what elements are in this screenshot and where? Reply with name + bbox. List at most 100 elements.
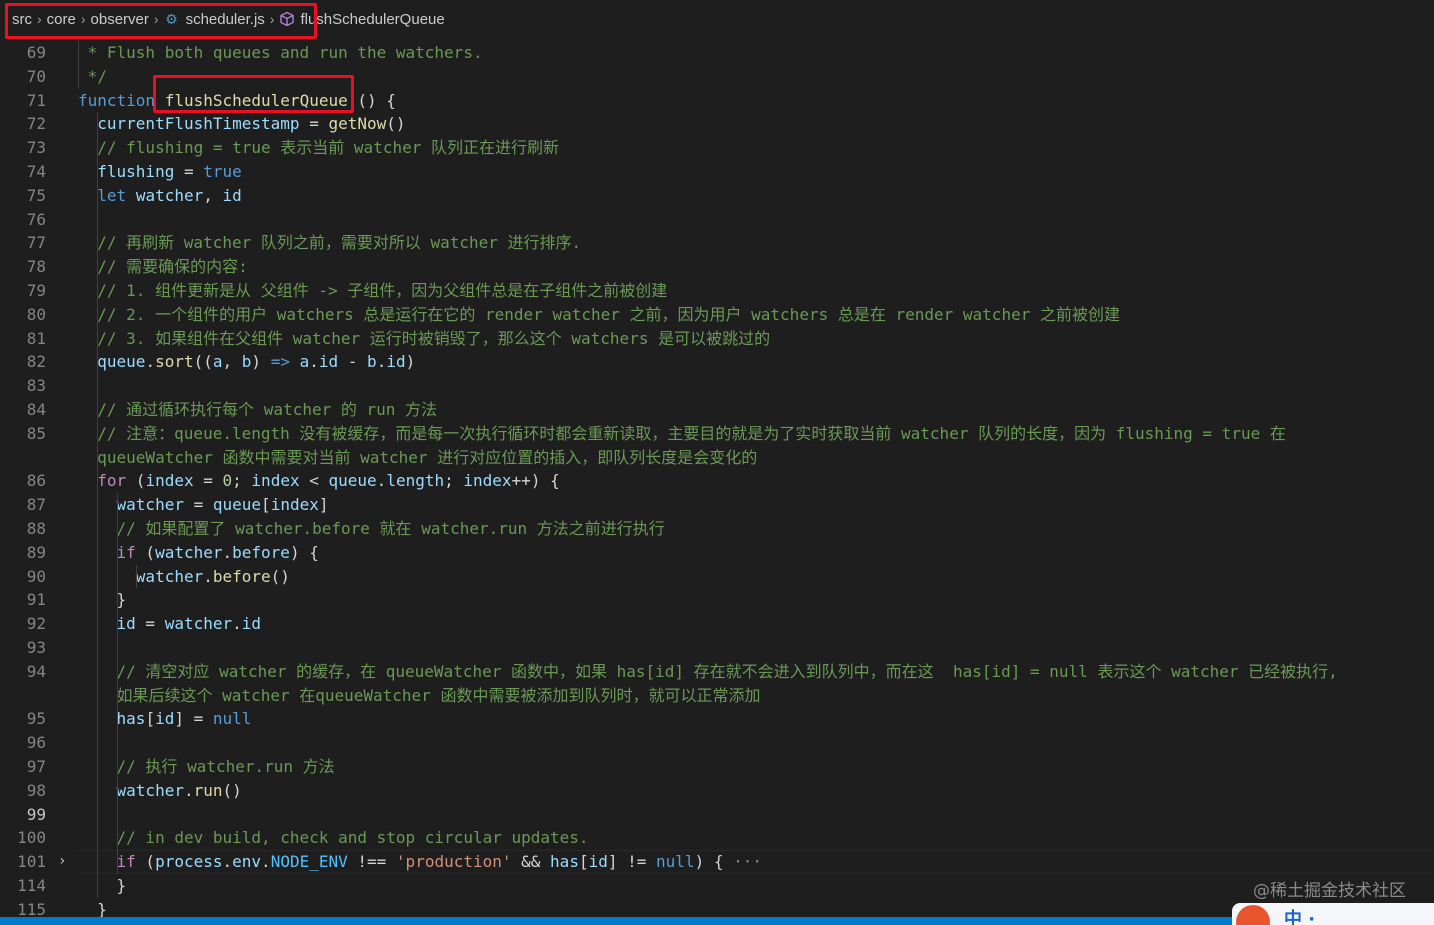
code-line[interactable]: 如果后续这个 watcher 在queueWatcher 函数中需要被添加到队列… — [0, 684, 1434, 708]
code-token: . — [222, 852, 233, 872]
code-line[interactable]: 93 — [0, 636, 1434, 660]
line-number: 85 — [26, 423, 46, 443]
code-token: id — [386, 352, 406, 372]
code-line[interactable]: 100 // in dev build, check and stop circ… — [0, 826, 1434, 850]
line-number: 100 — [17, 828, 46, 848]
breadcrumb-src[interactable]: src — [12, 11, 32, 28]
code-line[interactable]: 85 // 注意：queue.length 没有被缓存，而是每一次执行循环时都会… — [0, 422, 1434, 446]
code-line[interactable]: 88 // 如果配置了 watcher.before 就在 watcher.ru… — [0, 517, 1434, 541]
code-token: before — [212, 566, 271, 586]
code-line[interactable]: 83 — [0, 374, 1434, 398]
code-line[interactable]: 73 // flushing = true 表示当前 watcher 队列正在进… — [0, 136, 1434, 160]
code-line[interactable]: 98 watcher.run() — [0, 779, 1434, 803]
code-token: // 注意：queue.length 没有被缓存，而是每一次执行循环时都会重新读… — [78, 423, 1286, 443]
code-token: index — [463, 471, 512, 491]
code-line[interactable]: 77 // 再刷新 watcher 队列之前，需要对所以 watcher 进行排… — [0, 231, 1434, 255]
chevron-right-icon: › — [269, 11, 275, 27]
code-token: . — [376, 352, 387, 372]
code-token: = — [174, 162, 204, 181]
code-line[interactable]: 78 // 需要确保的内容: — [0, 255, 1434, 279]
code-line[interactable]: 87 watcher = queue[index] — [0, 493, 1434, 517]
line-number: 70 — [26, 66, 46, 86]
code-line[interactable]: 115 } — [0, 898, 1434, 917]
breadcrumb-symbol[interactable]: flushSchedulerQueue — [279, 11, 445, 28]
code-token: 'production' — [395, 852, 512, 872]
code-line[interactable]: 89 if (watcher.before) { — [0, 541, 1434, 565]
code-line[interactable]: 79 // 1. 组件更新是从 父组件 -> 子组件，因为父组件总是在子组件之前… — [0, 279, 1434, 303]
code-token: watcher — [116, 495, 184, 515]
status-bar — [0, 917, 1434, 925]
line-number: 88 — [26, 519, 46, 538]
line-number: 86 — [26, 471, 46, 491]
code-line[interactable]: 97 // 执行 watcher.run 方法 — [0, 755, 1434, 779]
line-number: 69 — [26, 43, 46, 62]
breadcrumb-core[interactable]: core — [47, 11, 76, 28]
code-token: . — [261, 852, 271, 872]
line-number: 115 — [17, 899, 46, 917]
code-token: . — [145, 352, 156, 372]
code-line[interactable]: 81 // 3. 如果组件在父组件 watcher 运行时被销毁了，那么这个 w… — [0, 327, 1434, 351]
code-token: [ — [145, 709, 156, 729]
code-editor[interactable]: 69 * Flush both queues and run the watch… — [0, 38, 1434, 917]
code-line[interactable]: 80 // 2. 一个组件的用户 watchers 总是运行在它的 render… — [0, 303, 1434, 327]
code-token: // 通过循环执行每个 watcher 的 run 方法 — [78, 400, 438, 419]
line-number: 80 — [26, 304, 46, 324]
code-line[interactable]: 76 — [0, 208, 1434, 232]
code-token: ··· — [733, 852, 762, 872]
code-line[interactable]: 82 queue.sort((a, b) => a.id - b.id) — [0, 350, 1434, 374]
code-token: // 需要确保的内容: — [78, 257, 248, 277]
code-token: // 1. 组件更新是从 父组件 -> 子组件，因为父组件总是在子组件之前被创建 — [78, 281, 668, 300]
line-number: 74 — [26, 162, 46, 181]
code-token: 0 — [222, 471, 233, 491]
code-line[interactable]: 101 › if (process.env.NODE_ENV !== 'produ… — [0, 850, 1434, 874]
code-line[interactable]: 69 * Flush both queues and run the watch… — [0, 41, 1434, 65]
code-line[interactable]: 92 id = watcher.id — [0, 612, 1434, 636]
code-content: // 通过循环执行每个 watcher 的 run 方法 — [78, 398, 437, 422]
code-line[interactable]: 99 — [0, 803, 1434, 827]
code-token: ( — [126, 471, 146, 491]
ime-tray[interactable]: 中 · — [1232, 903, 1434, 925]
code-line[interactable]: 86 for (index = 0; index < queue.length;… — [0, 469, 1434, 493]
code-line[interactable]: 94 // 清空对应 watcher 的缓存，在 queueWatcher 函数… — [0, 660, 1434, 684]
code-line[interactable]: 95 has[id] = null — [0, 707, 1434, 731]
code-token: * Flush both queues and run the watchers… — [78, 43, 483, 62]
code-token: 如果后续这个 watcher 在queueWatcher 函数中需要被添加到队列… — [78, 685, 761, 705]
code-line[interactable]: 90 watcher.before() — [0, 565, 1434, 589]
code-line[interactable]: 74 flushing = true — [0, 160, 1434, 184]
code-line[interactable]: 114 } — [0, 874, 1434, 898]
code-line[interactable]: 72 currentFlushTimestamp = getNow() — [0, 112, 1434, 136]
ime-mode-label: 中 · — [1284, 909, 1316, 925]
code-token: length — [386, 471, 445, 491]
code-content: } — [78, 874, 127, 898]
code-line[interactable]: 70 */ — [0, 65, 1434, 89]
line-number: 81 — [26, 328, 46, 348]
fold-chevron-icon[interactable]: › — [58, 850, 66, 874]
code-line[interactable]: 91 } — [0, 588, 1434, 612]
code-token: sort — [155, 352, 194, 372]
code-token: index — [270, 495, 319, 515]
method-cube-icon — [280, 11, 295, 27]
code-token: () { — [347, 90, 396, 110]
breadcrumb-observer[interactable]: observer — [91, 11, 149, 28]
chevron-right-icon: › — [80, 11, 86, 27]
watermark: @稀土掘金技术社区 — [1253, 881, 1406, 901]
code-line[interactable]: 71 function flushSchedulerQueue () { — [0, 89, 1434, 113]
line-number: 73 — [26, 138, 46, 158]
line-number: 87 — [26, 495, 46, 515]
code-token: // 3. 如果组件在父组件 watcher 运行时被销毁了，那么这个 watc… — [78, 328, 771, 348]
code-content: function flushSchedulerQueue () { — [78, 89, 396, 113]
code-content: for (index = 0; index < queue.length; in… — [78, 469, 559, 493]
code-token: < — [299, 471, 329, 491]
line-number: 99 — [26, 804, 46, 824]
breadcrumb-file[interactable]: ⚙ scheduler.js — [164, 11, 265, 28]
code-line[interactable]: queueWatcher 函数中需要对当前 watcher 进行对应位置的插入，… — [0, 446, 1434, 470]
code-line[interactable]: 84 // 通过循环执行每个 watcher 的 run 方法 — [0, 398, 1434, 422]
code-token: . — [232, 614, 242, 634]
code-token: !== — [347, 852, 396, 872]
code-line[interactable]: 75 let watcher, id — [0, 184, 1434, 208]
code-line[interactable]: 96 — [0, 731, 1434, 755]
line-number: 92 — [26, 614, 46, 634]
